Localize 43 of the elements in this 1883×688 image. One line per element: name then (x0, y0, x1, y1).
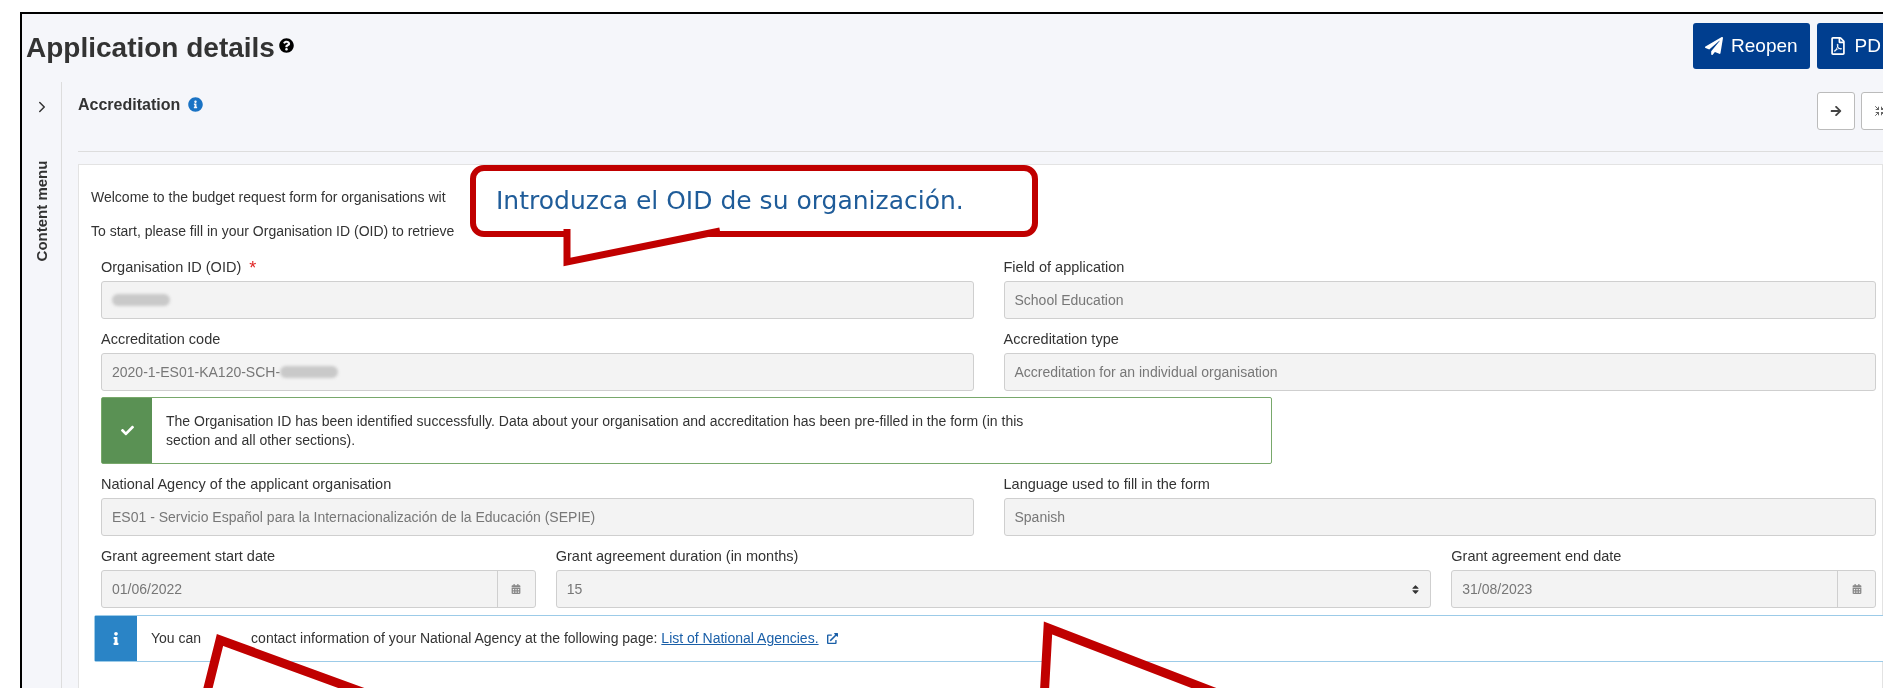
callout-text: Introduzca el OID de su organización. (496, 185, 964, 218)
input-field[interactable] (101, 281, 974, 319)
alert-message: You can (151, 629, 202, 648)
field-label: Accreditation type (1003, 330, 1119, 350)
select-field[interactable]: 15 (555, 570, 1432, 608)
field-label: Accreditation code (101, 330, 221, 350)
field-label: Grant agreement duration (in months) (555, 547, 799, 567)
pdf-file-icon (1828, 37, 1847, 55)
input-field[interactable]: ES01 - Servicio Español para la Internacionalización de la Educación (SEPIE) (101, 498, 974, 536)
input-field[interactable]: 2020-1-ES01-KA120-SCH- (101, 353, 974, 391)
paper-plane-icon (1705, 37, 1724, 55)
external-link-icon (826, 633, 838, 644)
agencies-link[interactable]: List of National Agencies. (661, 629, 819, 648)
arrow-right-icon (1830, 104, 1842, 117)
field-label: Grant agreement start date (101, 547, 276, 567)
alert-message: The Organisation ID has been identified successfully. Data about your organisation and accreditation has been pre-filled in the form (in this section and all other sections). (166, 411, 1025, 450)
info-icon (111, 632, 121, 645)
field-label: National Agency of the applicant organisation (101, 475, 392, 495)
field-label: Grant agreement end date (1451, 547, 1622, 567)
check-icon (120, 424, 134, 437)
calendar-icon (1851, 584, 1862, 594)
field-label: Field of application (1003, 258, 1125, 278)
date-field[interactable]: 31/08/2023 (1451, 570, 1876, 608)
help-icon[interactable] (278, 37, 294, 53)
page-title: Application details (26, 31, 275, 65)
pdf-button[interactable]: PD (1816, 23, 1883, 69)
intro-text: Welcome to the budget request form for organisations wit (91, 188, 446, 207)
shrink-icon (1874, 104, 1883, 117)
sort-arrows-icon (1409, 583, 1421, 595)
alert-message: contact information of your National Agency at the following page: (251, 629, 658, 648)
input-field[interactable]: School Education (1003, 281, 1876, 319)
field-label: Organisation ID (OID) (101, 258, 242, 278)
next-button[interactable] (1817, 91, 1855, 130)
reopen-button[interactable]: Reopen (1693, 23, 1810, 69)
section-title: Accreditation (78, 94, 181, 115)
content-menu-label[interactable]: Content menu (30, 160, 53, 262)
date-field[interactable]: 01/06/2022 (101, 570, 536, 608)
field-label: Language used to fill in the form (1003, 475, 1210, 495)
input-field[interactable]: Spanish (1003, 498, 1876, 536)
required-asterisk: * (249, 259, 257, 277)
intro-text: To start, please fill in your Organisation ID (OID) to retrieve (91, 222, 455, 241)
calendar-icon (511, 584, 522, 594)
input-field[interactable]: Accreditation for an individual organisation (1003, 353, 1876, 391)
